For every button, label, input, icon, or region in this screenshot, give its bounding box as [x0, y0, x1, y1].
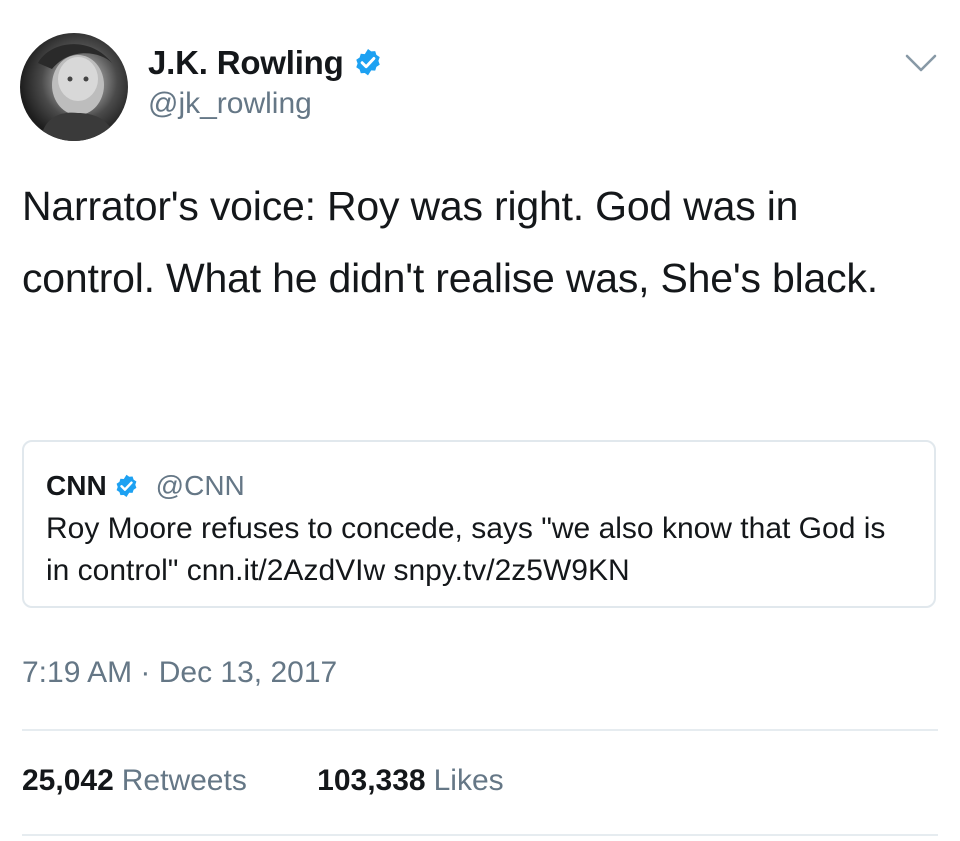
tweet-timestamp[interactable]: 7:19 AM · Dec 13, 2017	[22, 656, 337, 690]
verified-badge-icon	[116, 474, 137, 497]
display-name-row: J.K. Rowling	[148, 43, 384, 83]
quoted-tweet-text: Roy Moore refuses to concede, says "we a…	[46, 512, 886, 587]
quoted-display-name: CNN	[46, 470, 107, 501]
author-names: J.K. Rowling @jk_rowling	[148, 43, 384, 121]
tweet-header: J.K. Rowling @jk_rowling	[20, 33, 940, 143]
tweet-stats: 25,042 Retweets 103,338 Likes	[22, 764, 504, 798]
author-handle[interactable]: @jk_rowling	[148, 87, 384, 121]
quoted-handle: @CNN	[155, 470, 245, 501]
likes-stat[interactable]: 103,338 Likes	[317, 764, 504, 798]
quoted-tweet-header: CNN @CNN	[46, 468, 245, 504]
likes-label: Likes	[433, 764, 504, 797]
verified-badge-icon	[355, 49, 380, 76]
retweets-count: 25,042	[22, 764, 114, 797]
tweet-text: Narrator's voice: Roy was right. God was…	[22, 183, 878, 301]
retweets-stat[interactable]: 25,042 Retweets	[22, 764, 247, 798]
tweet-card: J.K. Rowling @jk_rowling Narrator's voic…	[0, 0, 960, 841]
divider	[22, 834, 938, 836]
quoted-tweet-card[interactable]: CNN @CNN Roy Moore refuses to concede, s…	[22, 440, 936, 608]
author-display-name[interactable]: J.K. Rowling	[148, 44, 344, 82]
chevron-down-icon[interactable]	[904, 51, 938, 75]
likes-count: 103,338	[317, 764, 426, 797]
retweets-label: Retweets	[121, 764, 247, 797]
avatar[interactable]	[20, 33, 128, 141]
avatar-photo-icon	[38, 44, 116, 141]
divider	[22, 729, 938, 731]
